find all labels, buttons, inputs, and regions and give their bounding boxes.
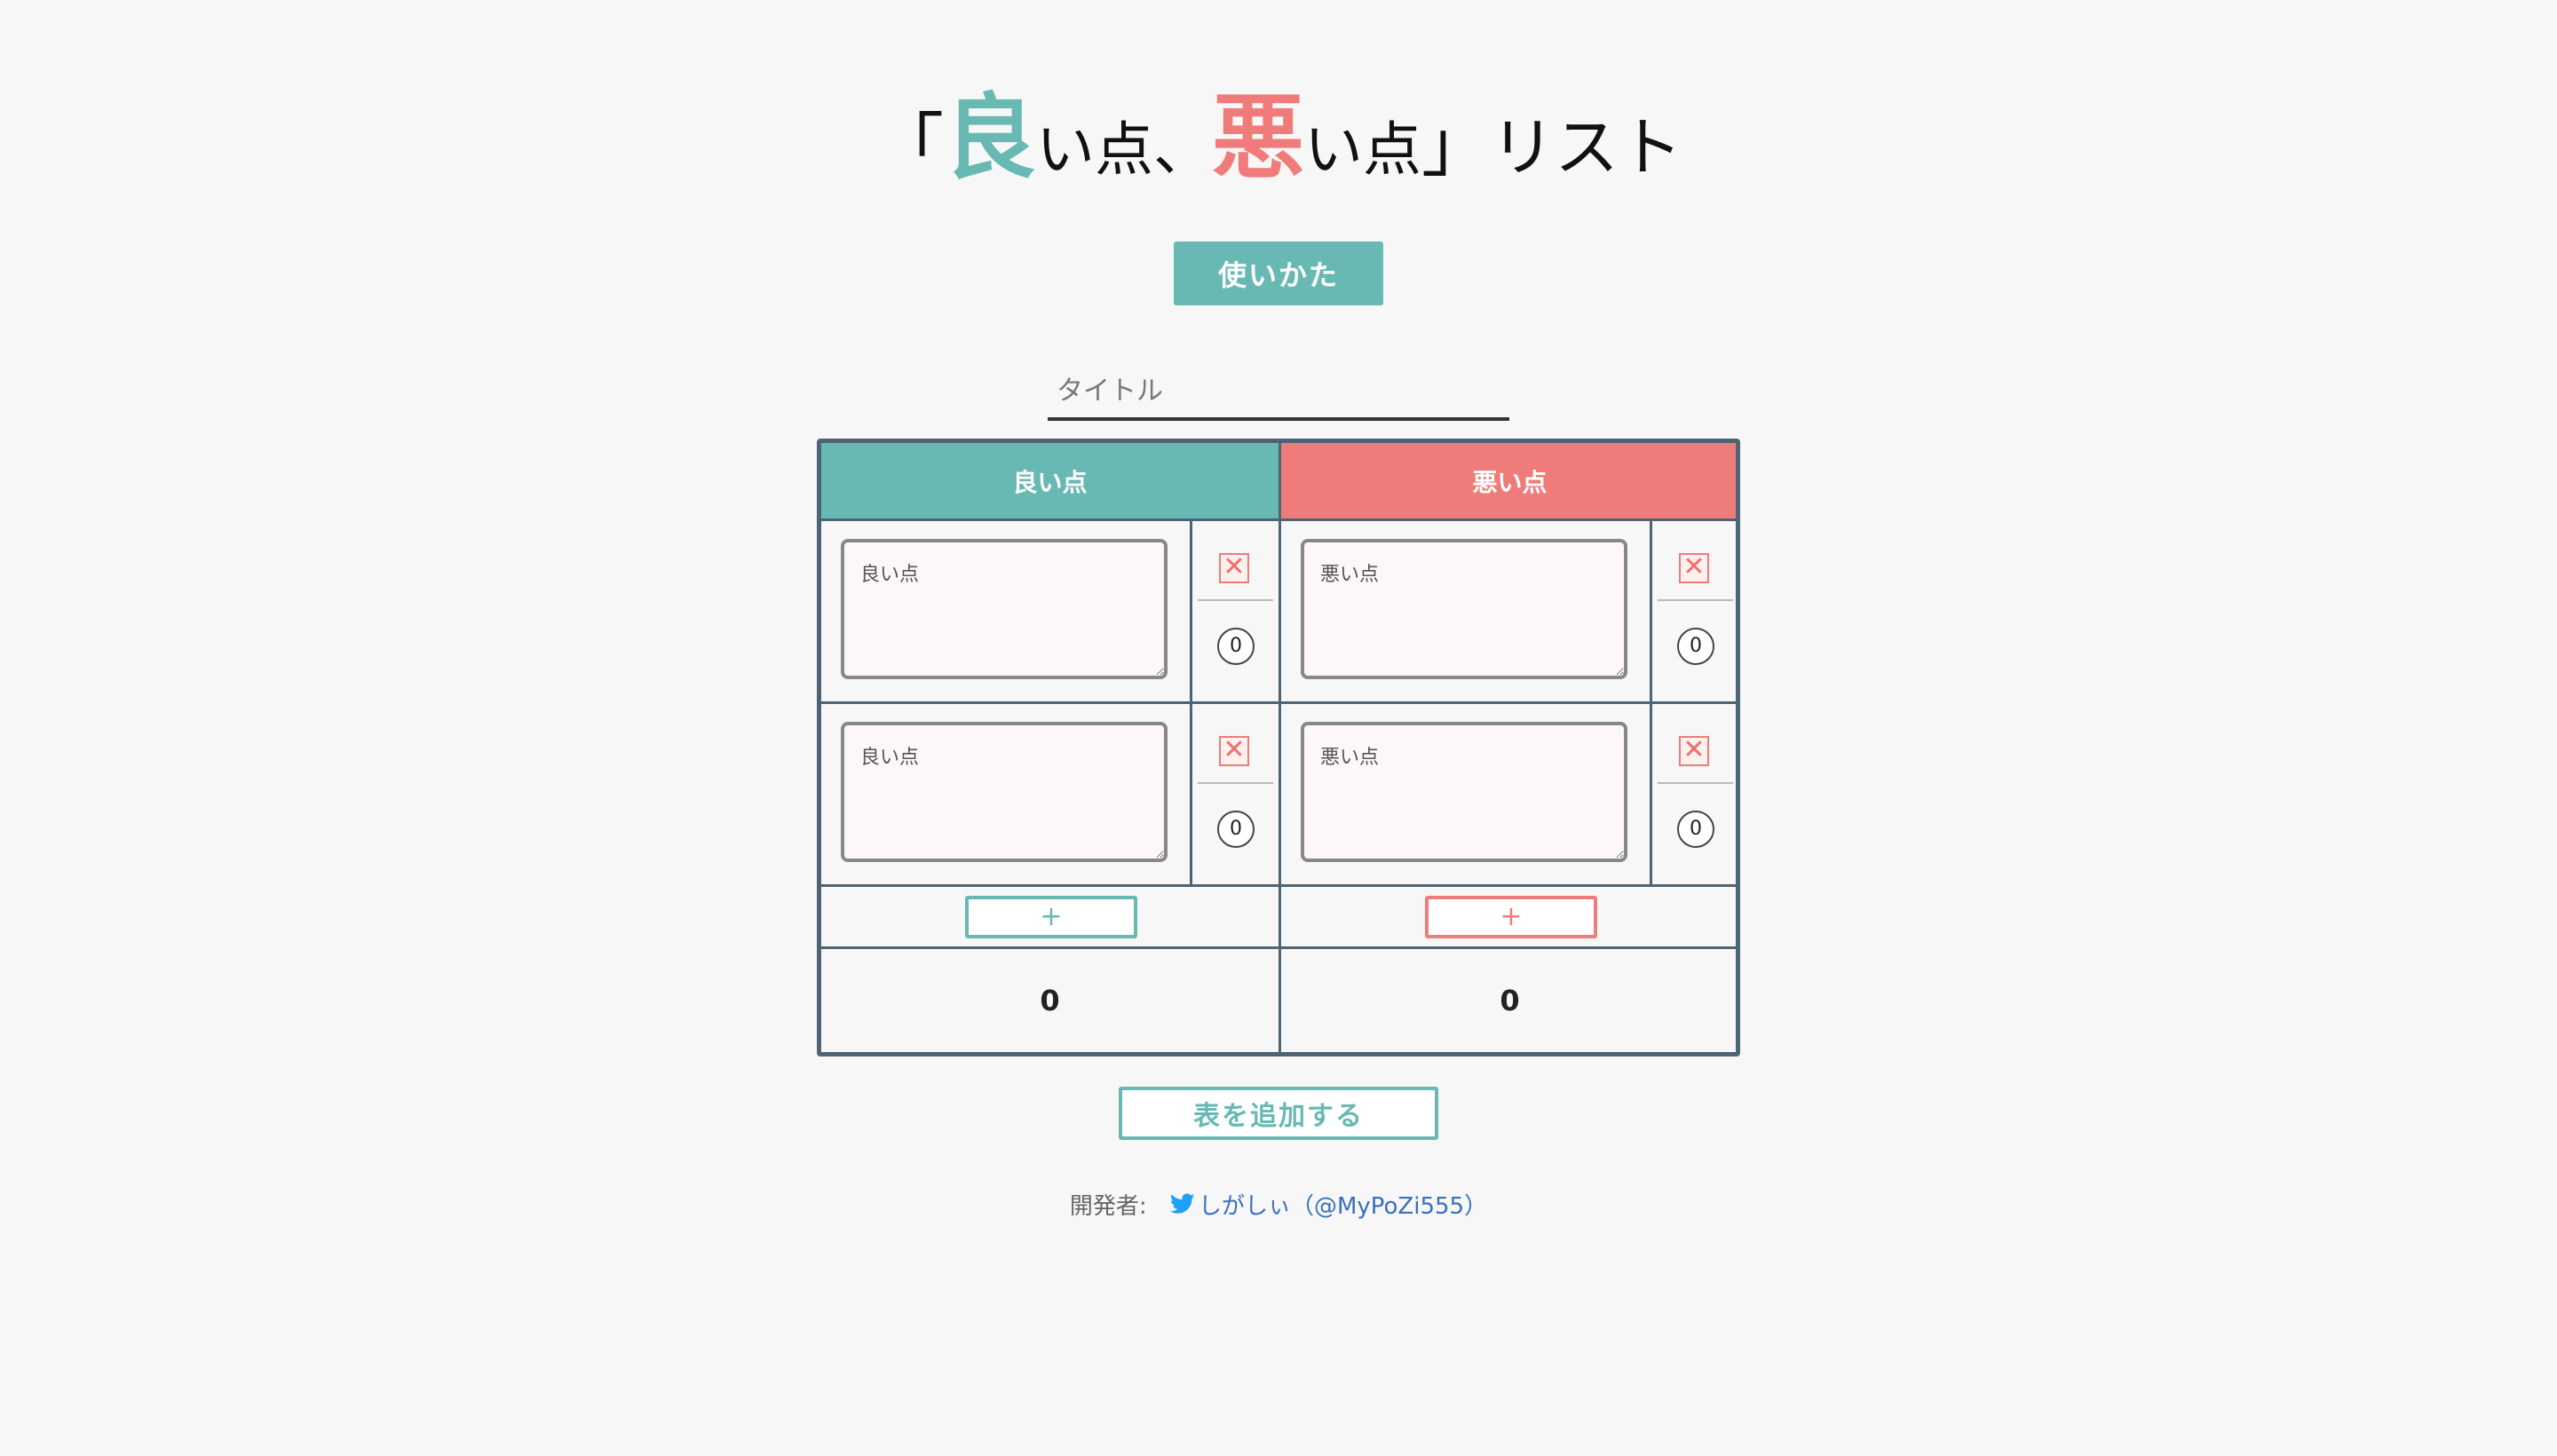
good-column: 良い点 ✕ 0 ✕ 0 + 0: [821, 443, 1278, 1052]
title-good-char: 良: [943, 83, 1036, 192]
delete-row-button[interactable]: ✕: [1219, 553, 1249, 583]
good-item-textarea[interactable]: [841, 722, 1168, 862]
developer-label: 開発者:: [1069, 1193, 1147, 1220]
vote-count-button[interactable]: 0: [1677, 811, 1714, 848]
good-column-header: 良い点: [821, 443, 1278, 521]
bad-row-controls: ✕ 0: [1650, 521, 1736, 701]
title-close-bracket: 」: [1421, 107, 1492, 186]
good-row: ✕ 0: [821, 704, 1278, 887]
title-good-rest: い点、: [1035, 115, 1212, 184]
bad-add-row: +: [1281, 887, 1736, 949]
title-input[interactable]: [1048, 364, 1509, 421]
add-good-item-button[interactable]: +: [965, 896, 1137, 938]
title-bad-char: 悪: [1211, 83, 1304, 192]
controls-divider: [1198, 782, 1273, 784]
delete-row-button[interactable]: ✕: [1679, 553, 1709, 583]
controls-divider: [1658, 782, 1733, 784]
pros-cons-table: 良い点 ✕ 0 ✕ 0 + 0 悪い点 ✕: [817, 439, 1740, 1056]
twitter-bird-icon: [1169, 1193, 1195, 1221]
bad-row: ✕ 0: [1281, 521, 1736, 704]
controls-divider: [1658, 599, 1733, 601]
bad-row-controls: ✕ 0: [1650, 704, 1736, 884]
vote-count-button[interactable]: 0: [1217, 811, 1255, 848]
title-suffix: リスト: [1491, 110, 1683, 185]
delete-row-button[interactable]: ✕: [1219, 736, 1249, 766]
developer-link[interactable]: しがしぃ（@MyPoZi555）: [1154, 1193, 1487, 1220]
bad-total: 0: [1500, 984, 1520, 1017]
bad-column-header: 悪い点: [1281, 443, 1736, 521]
good-item-textarea[interactable]: [841, 539, 1168, 679]
good-row: ✕ 0: [821, 521, 1278, 704]
page-title: 「良い点、悪い点」リスト: [0, 62, 2557, 196]
good-row-controls: ✕ 0: [1190, 704, 1278, 884]
bad-column: 悪い点 ✕ 0 ✕ 0 + 0: [1278, 443, 1736, 1052]
vote-count-button[interactable]: 0: [1677, 628, 1714, 665]
title-open-bracket: 「: [874, 107, 944, 186]
good-total: 0: [1040, 984, 1060, 1017]
howto-button[interactable]: 使いかた: [1174, 241, 1383, 305]
vote-count-button[interactable]: 0: [1217, 628, 1255, 665]
good-row-controls: ✕ 0: [1190, 521, 1278, 701]
title-bad-rest: い点: [1304, 115, 1421, 184]
bad-item-textarea[interactable]: [1301, 722, 1627, 862]
bad-item-textarea[interactable]: [1301, 539, 1627, 679]
good-add-row: +: [821, 887, 1278, 949]
bad-row: ✕ 0: [1281, 704, 1736, 887]
add-table-button[interactable]: 表を追加する: [1119, 1087, 1438, 1140]
footer: 開発者: しがしぃ（@MyPoZi555）: [0, 1188, 2557, 1221]
delete-row-button[interactable]: ✕: [1679, 736, 1709, 766]
developer-link-text: しがしぃ（@MyPoZi555）: [1198, 1193, 1488, 1220]
add-bad-item-button[interactable]: +: [1425, 896, 1597, 938]
controls-divider: [1198, 599, 1273, 601]
